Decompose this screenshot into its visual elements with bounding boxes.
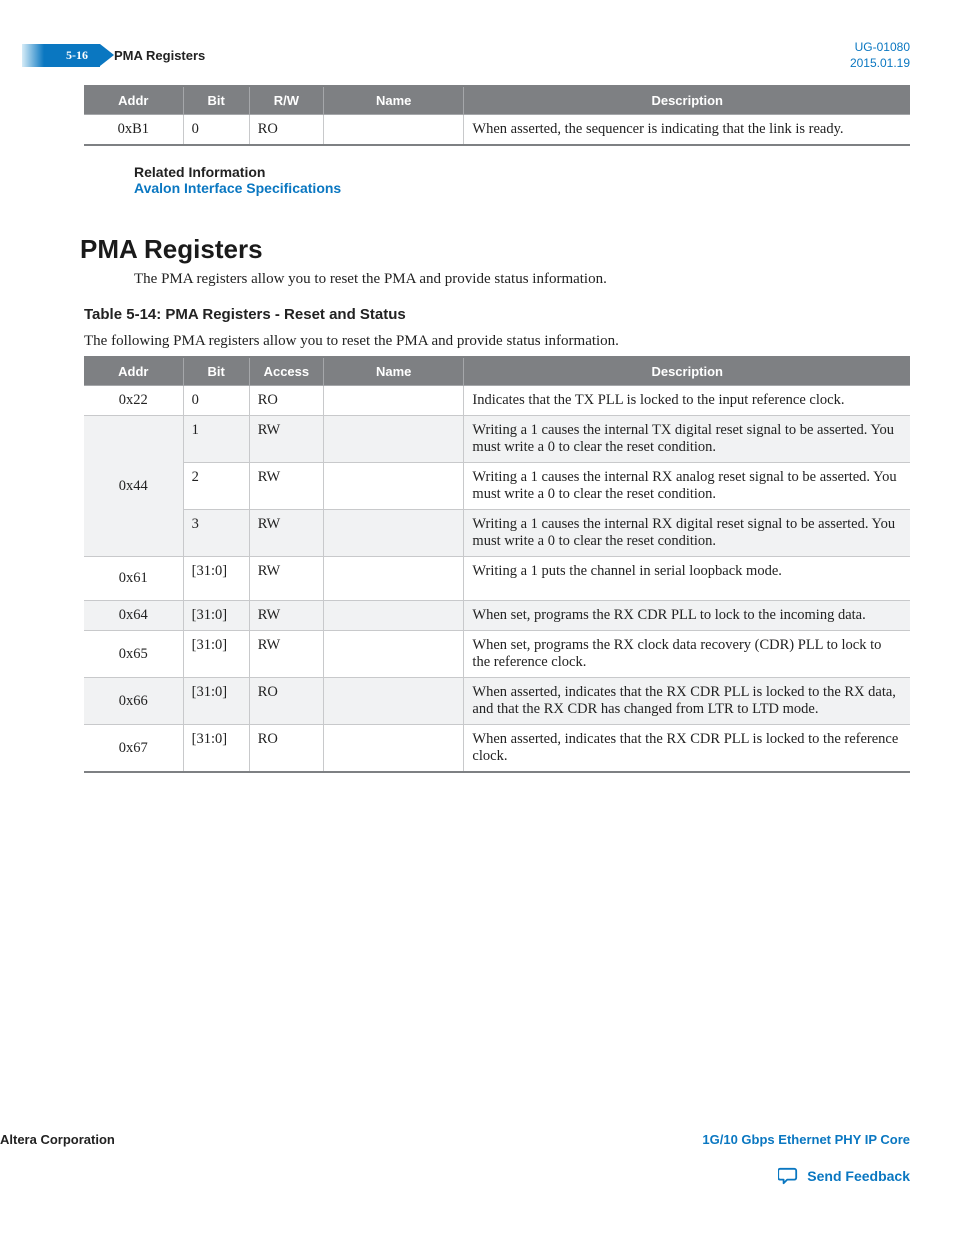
table-caption: Table 5-14: PMA Registers - Reset and St…: [84, 306, 910, 323]
cell-bit: [31:0]: [183, 601, 249, 631]
related-title: Related Information: [134, 164, 910, 180]
section-title: PMA Registers: [80, 234, 910, 265]
cell-name: [324, 463, 464, 510]
th-desc: Description: [464, 86, 910, 115]
page-number: 5-16: [66, 48, 88, 62]
related-information: Related Information Avalon Interface Spe…: [134, 164, 910, 198]
cell-name: [324, 115, 464, 146]
avalon-link[interactable]: Avalon Interface Specifications: [134, 180, 341, 196]
cell-name: [324, 386, 464, 416]
table-row: 0x61 [31:0] RW Writing a 1 puts the chan…: [84, 557, 910, 601]
th-access: Access: [249, 357, 323, 386]
table-row: 0xB1 0 RO When asserted, the sequencer i…: [84, 115, 910, 146]
footer-product: 1G/10 Gbps Ethernet PHY IP Core: [702, 1132, 910, 1147]
cell-name: [324, 557, 464, 601]
cell-addr: 0x65: [84, 631, 183, 678]
cell-addr: 0xB1: [84, 115, 183, 146]
cell-bit: [31:0]: [183, 557, 249, 601]
page-number-tab: 5-16: [44, 44, 100, 67]
cell-addr: 0x66: [84, 678, 183, 725]
cell-bit: 0: [183, 115, 249, 146]
cell-desc: When asserted, indicates that the RX CDR…: [464, 678, 910, 725]
th-bit: Bit: [183, 357, 249, 386]
cell-addr: 0x22: [84, 386, 183, 416]
page-header: 5-16 PMA Registers UG-01080 2015.01.19: [44, 40, 910, 71]
table-lead: The following PMA registers allow you to…: [84, 333, 910, 350]
table-row: 0x64 [31:0] RW When set, programs the RX…: [84, 601, 910, 631]
cell-desc: When asserted, the sequencer is indicati…: [464, 115, 910, 146]
cell-name: [324, 678, 464, 725]
cell-addr: 0x64: [84, 601, 183, 631]
cell-desc: Writing a 1 causes the internal TX digit…: [464, 416, 910, 463]
cell-desc: When set, programs the RX clock data rec…: [464, 631, 910, 678]
cell-desc: Writing a 1 puts the channel in serial l…: [464, 557, 910, 601]
cell-bit: [31:0]: [183, 678, 249, 725]
doc-id: UG-01080: [850, 40, 910, 56]
cell-desc: Indicates that the TX PLL is locked to t…: [464, 386, 910, 416]
breadcrumb: PMA Registers: [114, 48, 205, 63]
cell-name: [324, 725, 464, 773]
table-row: 0x66 [31:0] RO When asserted, indicates …: [84, 678, 910, 725]
page-footer: Altera Corporation 1G/10 Gbps Ethernet P…: [0, 1132, 910, 1185]
pma-registers-table: Addr Bit Access Name Description 0x22 0 …: [84, 356, 910, 773]
cell-access: RO: [249, 386, 323, 416]
cell-bit: 0: [183, 386, 249, 416]
top-register-table: Addr Bit R/W Name Description 0xB1 0 RO …: [84, 85, 910, 146]
th-name: Name: [324, 86, 464, 115]
cell-addr: 0x44: [84, 416, 183, 557]
cell-access: RW: [249, 631, 323, 678]
header-left: 5-16 PMA Registers: [44, 44, 205, 67]
cell-access: RW: [249, 510, 323, 557]
cell-addr: 0x67: [84, 725, 183, 773]
section-intro: The PMA registers allow you to reset the…: [134, 271, 910, 288]
cell-name: [324, 416, 464, 463]
cell-name: [324, 631, 464, 678]
th-bit: Bit: [183, 86, 249, 115]
cell-access: RW: [249, 557, 323, 601]
table-row: 2 RW Writing a 1 causes the internal RX …: [84, 463, 910, 510]
table-row: 0x22 0 RO Indicates that the TX PLL is l…: [84, 386, 910, 416]
cell-desc: When asserted, indicates that the RX CDR…: [464, 725, 910, 773]
table-row: 0x67 [31:0] RO When asserted, indicates …: [84, 725, 910, 773]
cell-bit: [31:0]: [183, 725, 249, 773]
cell-bit: [31:0]: [183, 631, 249, 678]
cell-name: [324, 510, 464, 557]
cell-access: RO: [249, 725, 323, 773]
cell-bit: 2: [183, 463, 249, 510]
cell-addr: 0x61: [84, 557, 183, 601]
doc-date: 2015.01.19: [850, 56, 910, 72]
cell-desc: Writing a 1 causes the internal RX analo…: [464, 463, 910, 510]
feedback-icon: [778, 1167, 800, 1185]
th-addr: Addr: [84, 86, 183, 115]
header-right: UG-01080 2015.01.19: [850, 40, 910, 71]
cell-access: RW: [249, 601, 323, 631]
table-row: 0x65 [31:0] RW When set, programs the RX…: [84, 631, 910, 678]
cell-access: RO: [249, 678, 323, 725]
table-row: 0x44 1 RW Writing a 1 causes the interna…: [84, 416, 910, 463]
table-row: 3 RW Writing a 1 causes the internal RX …: [84, 510, 910, 557]
send-feedback-link[interactable]: Send Feedback: [807, 1168, 910, 1184]
th-rw: R/W: [249, 86, 323, 115]
th-name: Name: [324, 357, 464, 386]
cell-access: RW: [249, 416, 323, 463]
th-desc: Description: [464, 357, 910, 386]
cell-bit: 3: [183, 510, 249, 557]
cell-desc: Writing a 1 causes the internal RX digit…: [464, 510, 910, 557]
cell-access: RW: [249, 463, 323, 510]
cell-rw: RO: [249, 115, 323, 146]
cell-desc: When set, programs the RX CDR PLL to loc…: [464, 601, 910, 631]
th-addr: Addr: [84, 357, 183, 386]
footer-company: Altera Corporation: [0, 1132, 115, 1147]
cell-bit: 1: [183, 416, 249, 463]
cell-name: [324, 601, 464, 631]
